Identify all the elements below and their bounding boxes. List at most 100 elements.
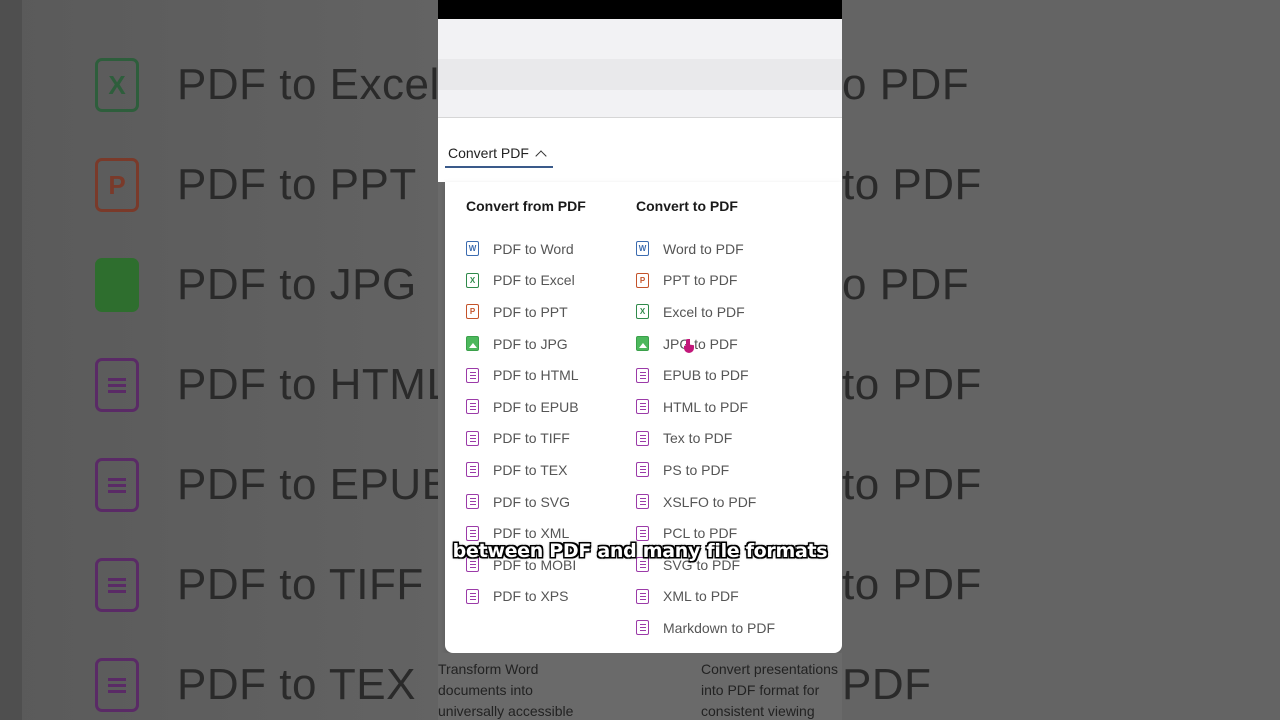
menu-item-pdf-to-xps[interactable]: PDF to XPS: [466, 581, 586, 613]
image-file-icon: [466, 336, 479, 352]
document-icon: [95, 358, 139, 412]
menu-item-label: Word to PDF: [663, 240, 744, 257]
image-icon: [95, 258, 139, 312]
document-icon: [95, 658, 139, 712]
bg-row-label: PDF to JPG: [177, 260, 417, 309]
document-file-icon: [636, 367, 649, 383]
header-band: [438, 59, 842, 90]
menu-item-label: Excel to PDF: [663, 303, 745, 320]
menu-label: Convert PDF: [448, 145, 529, 161]
ppt-file-icon: P: [636, 272, 649, 288]
word-file-icon: W: [636, 241, 649, 257]
menu-item-label: JPG to PDF: [663, 335, 738, 352]
document-file-icon: [466, 462, 479, 478]
header-band: [438, 19, 842, 59]
ppt-file-icon: P: [466, 304, 479, 320]
menu-item-epub-to-pdf[interactable]: EPUB to PDF: [636, 359, 775, 391]
bg-right-label: PDF: [842, 660, 932, 709]
excel-file-icon: X: [636, 304, 649, 320]
menu-item-tex-to-pdf[interactable]: Tex to PDF: [636, 423, 775, 455]
document-icon: [95, 558, 139, 612]
excel-icon: X: [95, 58, 139, 112]
menu-item-label: XML to PDF: [663, 588, 739, 605]
menu-item-label: HTML to PDF: [663, 398, 749, 415]
menu-item-pdf-to-word[interactable]: W PDF to Word: [466, 233, 586, 265]
menu-item-label: PDF to XPS: [493, 588, 569, 605]
menu-item-ps-to-pdf[interactable]: PS to PDF: [636, 454, 775, 486]
bg-row-label: PDF to EPUB: [177, 460, 438, 509]
document-file-icon: [636, 588, 649, 604]
bg-row-label: PDF to HTML: [177, 360, 438, 409]
document-file-icon: [466, 399, 479, 415]
menu-item-html-to-pdf[interactable]: HTML to PDF: [636, 391, 775, 423]
background-edge: [0, 0, 22, 720]
feature-cards: Transform Word documents into universall…: [438, 653, 842, 720]
menu-item-label: XSLFO to PDF: [663, 493, 757, 510]
menu-item-pdf-to-epub[interactable]: PDF to EPUB: [466, 391, 586, 423]
nav-bar: Convert PDF: [438, 118, 842, 182]
image-file-icon: [636, 336, 649, 352]
menu-item-pdf-to-ppt[interactable]: P PDF to PPT: [466, 296, 586, 328]
menu-item-pdf-to-tex[interactable]: PDF to TEX: [466, 454, 586, 486]
column-title: Convert to PDF: [636, 198, 738, 214]
bg-row-label: PDF to PPT: [177, 160, 417, 209]
bg-right-label: to PDF: [842, 160, 982, 209]
menu-item-label: EPUB to PDF: [663, 367, 749, 384]
menu-item-excel-to-pdf[interactable]: X Excel to PDF: [636, 296, 775, 328]
menu-item-word-to-pdf[interactable]: W Word to PDF: [636, 233, 775, 265]
menu-item-label: PDF to Excel: [493, 272, 575, 289]
document-icon: [95, 458, 139, 512]
bg-row: PDF to EPUB: [95, 455, 438, 515]
convert-pdf-menu-button[interactable]: Convert PDF: [445, 140, 553, 168]
menu-item-label: PCL to PDF: [663, 525, 738, 542]
video-caption: between PDF and many file formats: [452, 540, 828, 562]
bg-row: PDF to HTML: [95, 355, 438, 415]
menu-item-pdf-to-excel[interactable]: X PDF to Excel: [466, 265, 586, 297]
document-file-icon: [466, 367, 479, 383]
menu-item-xslfo-to-pdf[interactable]: XSLFO to PDF: [636, 486, 775, 518]
menu-item-pdf-to-tiff[interactable]: PDF to TIFF: [466, 423, 586, 455]
menu-item-pdf-to-jpg[interactable]: PDF to JPG: [466, 328, 586, 360]
bg-row: PDF to JPG: [95, 255, 417, 315]
document-file-icon: [636, 399, 649, 415]
menu-item-label: PDF to EPUB: [493, 398, 579, 415]
convert-to-column: Convert to PDF W Word to PDF P PPT to PDF X E…: [636, 198, 775, 644]
menu-item-pdf-to-svg[interactable]: PDF to SVG: [466, 486, 586, 518]
document-file-icon: [466, 525, 479, 541]
background-right: o PDF to PDF o PDF to PDF to PDF to PDF …: [842, 0, 1280, 720]
menu-item-pdf-to-html[interactable]: PDF to HTML: [466, 359, 586, 391]
card-description: Convert presentations into PDF format fo…: [701, 661, 838, 719]
bg-right-label: to PDF: [842, 560, 982, 609]
bg-right-label: to PDF: [842, 460, 982, 509]
menu-item-label: Tex to PDF: [663, 430, 733, 447]
menu-item-label: PS to PDF: [663, 461, 730, 478]
document-file-icon: [636, 620, 649, 636]
document-file-icon: [636, 430, 649, 446]
word-file-icon: W: [466, 241, 479, 257]
menu-item-xml-to-pdf[interactable]: XML to PDF: [636, 581, 775, 613]
document-file-icon: [636, 525, 649, 541]
menu-item-label: PDF to TEX: [493, 461, 568, 478]
chevron-up-icon: [535, 149, 547, 162]
header-band: [438, 90, 842, 118]
menu-item-label: PDF to JPG: [493, 335, 568, 352]
menu-item-label: Markdown to PDF: [663, 619, 776, 636]
document-file-icon: [466, 430, 479, 446]
menu-item-jpg-to-pdf[interactable]: JPG to PDF: [636, 328, 775, 360]
bg-row: PDF to TIFF: [95, 555, 424, 615]
convert-dropdown-panel: Convert from PDF W PDF to Word X PDF to Exc…: [445, 182, 842, 653]
ppt-icon: P: [95, 158, 139, 212]
document-file-icon: [636, 494, 649, 510]
bg-row-label: PDF to TEX: [177, 660, 416, 709]
menu-item-label: PDF to HTML: [493, 367, 579, 384]
mobile-viewport: Convert PDF Convert from PDF W PDF to Wor…: [438, 0, 842, 720]
bg-row: X PDF to Excel: [95, 55, 438, 115]
bg-right-label: o PDF: [842, 60, 970, 109]
menu-item-markdown-to-pdf[interactable]: Markdown to PDF: [636, 612, 775, 644]
menu-item-label: PDF to SVG: [493, 493, 571, 510]
menu-item-ppt-to-pdf[interactable]: P PPT to PDF: [636, 265, 775, 297]
bg-right-label: o PDF: [842, 260, 970, 309]
bg-row-label: PDF to TIFF: [177, 560, 424, 609]
bg-row: P PDF to PPT: [95, 155, 417, 215]
bg-row: PDF to TEX: [95, 655, 416, 715]
